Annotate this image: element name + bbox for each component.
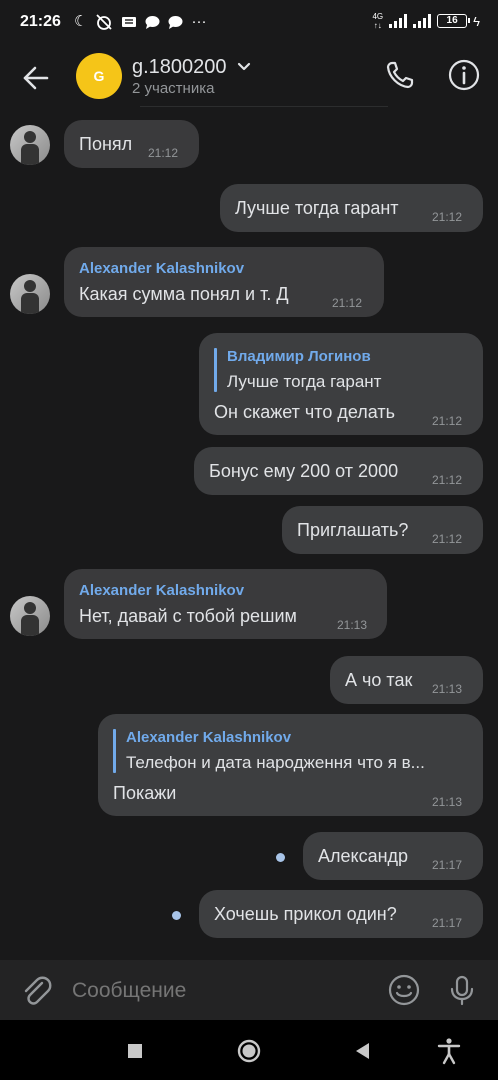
battery-level: 16 — [446, 15, 458, 26]
network-label: 4G — [372, 12, 384, 21]
emoji-icon[interactable] — [386, 972, 422, 1008]
avatar[interactable] — [10, 596, 50, 636]
sender-name[interactable]: Alexander Kalashnikov — [79, 260, 244, 277]
alarm-off-icon — [96, 14, 113, 30]
message-time: 21:12 — [432, 473, 463, 487]
message-bubble[interactable]: Бонус ему 200 от 2000 21:12 — [194, 447, 483, 495]
message-text: Александр — [318, 846, 409, 866]
unread-indicator — [276, 853, 285, 862]
status-right: 4G ↑↓ 16 ϟ — [372, 12, 480, 30]
back-nav-icon[interactable] — [348, 1036, 378, 1066]
message-time: 21:12 — [432, 532, 463, 546]
message-text: А чо так — [345, 670, 413, 690]
message-text: Понял — [79, 134, 133, 154]
message-time: 21:17 — [432, 916, 463, 930]
message-text: Хочешь прикол один? — [214, 904, 397, 924]
signal-icon-2 — [413, 14, 432, 28]
message-bubble[interactable]: Приглашать? 21:12 — [282, 506, 483, 554]
message-time: 21:12 — [332, 296, 363, 310]
back-arrow-icon[interactable] — [18, 60, 54, 96]
message-text: Нет, давай с тобой решим — [79, 606, 297, 626]
status-bar: 21:26 ☾ ··· 4G ↑↓ 16 ϟ — [0, 0, 498, 44]
network-indicator: 4G ↑↓ — [372, 12, 384, 30]
chat-avatar[interactable]: G — [76, 53, 122, 99]
phone-icon[interactable] — [380, 55, 420, 95]
message-time: 21:13 — [337, 618, 368, 632]
header-divider — [140, 106, 388, 107]
sender-name[interactable]: Alexander Kalashnikov — [79, 582, 244, 599]
more-icon: ··· — [191, 13, 207, 30]
moon-icon: ☾ — [74, 13, 88, 30]
message-text: Какая сумма понял и т. Д — [79, 284, 289, 304]
recents-icon[interactable] — [120, 1036, 150, 1066]
reply-bar — [214, 348, 217, 392]
battery-icon: 16 — [437, 14, 471, 28]
message-time: 21:13 — [432, 682, 463, 696]
message-text: Покажи — [113, 783, 177, 803]
status-time: 21:26 — [20, 13, 61, 30]
message-bubble[interactable]: Alexander Kalashnikov Телефон и дата нар… — [98, 714, 483, 816]
chat-icon — [145, 16, 160, 29]
reply-sender[interactable]: Alexander Kalashnikov — [126, 729, 291, 746]
message-bubble[interactable]: Лучше тогда гарант 21:12 — [220, 184, 483, 232]
paperclip-icon[interactable] — [18, 972, 54, 1008]
message-input[interactable] — [72, 976, 372, 1006]
chevron-down-icon[interactable] — [236, 58, 252, 74]
unread-indicator — [172, 911, 181, 920]
message-bubble[interactable]: Понял 21:12 — [64, 120, 199, 168]
message-time: 21:12 — [148, 146, 179, 160]
message-time: 21:13 — [432, 795, 463, 809]
message-text: Лучше тогда гарант — [235, 198, 399, 218]
reply-text[interactable]: Телефон и дата народження что я в... — [126, 753, 461, 773]
avatar[interactable] — [10, 274, 50, 314]
home-icon[interactable] — [234, 1036, 264, 1066]
accessibility-icon[interactable] — [434, 1036, 464, 1066]
message-bubble[interactable]: Alexander Kalashnikov Нет, давай с тобой… — [64, 569, 387, 639]
message-composer — [0, 960, 498, 1020]
message-bubble[interactable]: Хочешь прикол один? 21:17 — [199, 890, 483, 938]
chat-subtitle: 2 участника — [132, 80, 215, 97]
message-bubble[interactable]: Alexander Kalashnikov Какая сумма понял … — [64, 247, 384, 317]
message-text: Бонус ему 200 от 2000 — [209, 461, 399, 481]
reply-sender[interactable]: Владимир Логинов — [227, 348, 371, 365]
message-time: 21:17 — [432, 858, 463, 872]
message-text: Приглашать? — [297, 520, 409, 540]
chat-icon — [168, 16, 183, 29]
avatar[interactable] — [10, 125, 50, 165]
status-icons: ☾ ··· — [74, 13, 206, 31]
charging-icon: ϟ — [473, 13, 480, 29]
message-bubble[interactable]: А чо так 21:13 — [330, 656, 483, 704]
reply-bar — [113, 729, 116, 773]
system-nav-bar — [0, 1020, 498, 1080]
message-bubble[interactable]: Александр 21:17 — [303, 832, 483, 880]
chat-header: G g.1800200 2 участника — [0, 44, 498, 110]
chat-title[interactable]: g.1800200 — [132, 56, 227, 79]
message-time: 21:12 — [432, 414, 463, 428]
mail-icon — [122, 17, 137, 27]
reply-text[interactable]: Лучше тогда гарант — [227, 372, 467, 392]
message-time: 21:12 — [432, 210, 463, 224]
info-icon[interactable] — [444, 55, 484, 95]
microphone-icon[interactable] — [444, 972, 480, 1008]
message-bubble[interactable]: Владимир Логинов Лучше тогда гарант Он с… — [199, 333, 483, 435]
message-text: Он скажет что делать — [214, 402, 396, 422]
signal-icon — [389, 14, 408, 28]
